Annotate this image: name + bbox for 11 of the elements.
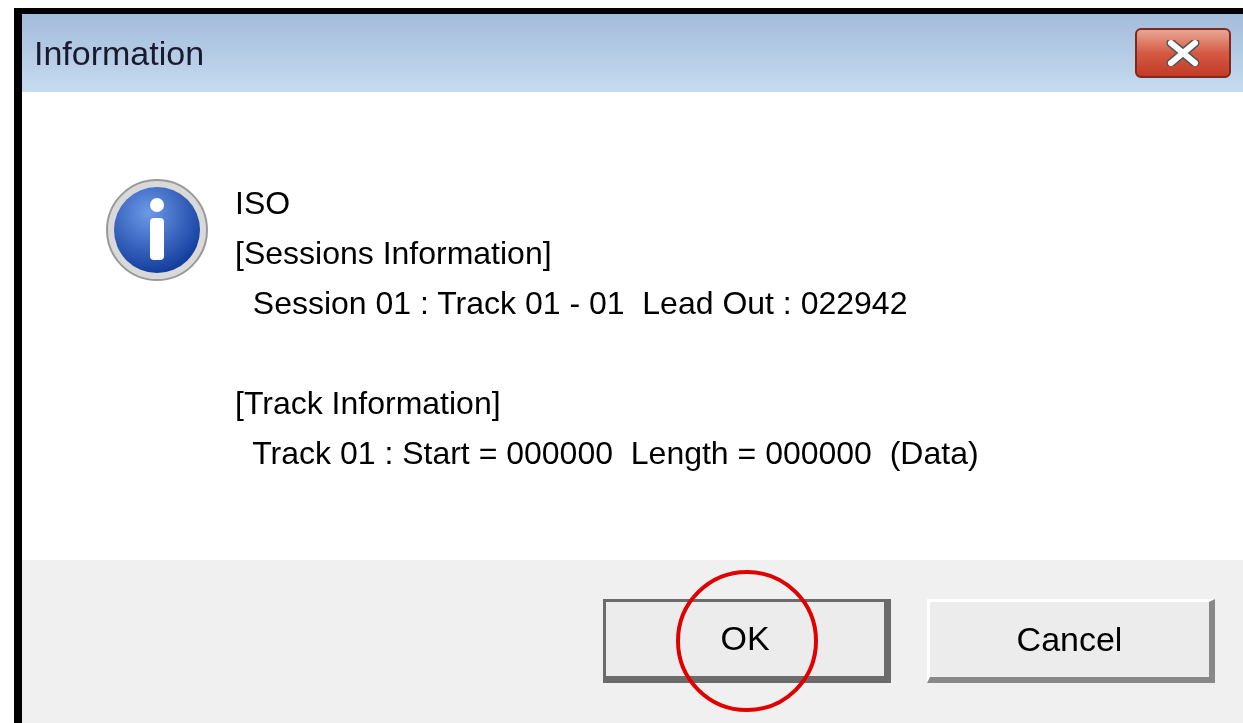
message-line: ISO: [235, 184, 292, 223]
message-line: Session 01 : Track 01 - 01 Lead Out : 022942: [251, 284, 909, 323]
dialog-button[interactable]: OK: [603, 598, 891, 683]
dialog-button[interactable]: Cancel: [927, 598, 1215, 683]
message-line: Track 01 : Start = 000000 Length = 000000 (Data): [251, 434, 979, 473]
window-title: Information: [34, 32, 205, 74]
information-icon: [105, 178, 209, 282]
message-line: [Sessions Information]: [235, 234, 553, 273]
message-line: [Track Information]: [235, 384, 502, 423]
close-icon: [1166, 40, 1200, 66]
close-button[interactable]: [1135, 28, 1231, 78]
